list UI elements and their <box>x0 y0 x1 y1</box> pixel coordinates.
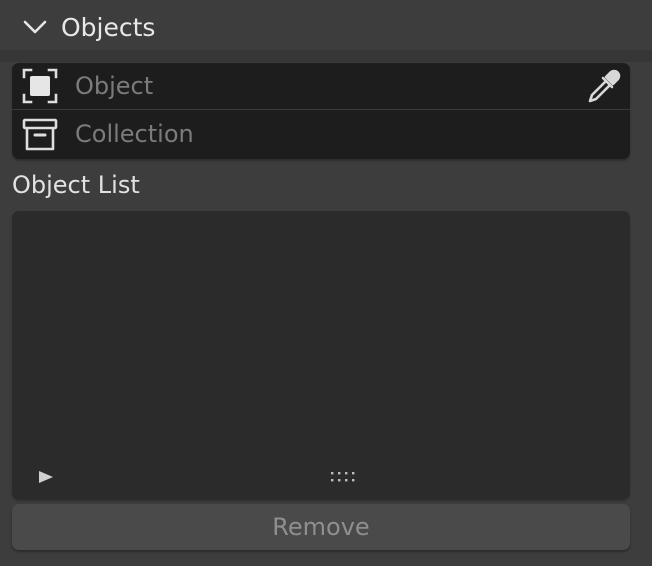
object-field[interactable]: Object <box>12 63 630 110</box>
object-list-label: Object List <box>12 171 140 199</box>
panel-header[interactable]: Objects <box>0 0 652 50</box>
header-separator <box>0 50 652 62</box>
resize-grip-icon[interactable] <box>330 470 358 484</box>
remove-button[interactable]: Remove <box>12 504 630 550</box>
object-list[interactable] <box>12 211 630 499</box>
object-icon <box>22 68 58 104</box>
collection-icon <box>22 118 58 151</box>
object-field-placeholder: Object <box>75 72 154 100</box>
play-triangle-icon[interactable] <box>38 470 54 484</box>
collection-field-placeholder: Collection <box>75 120 194 148</box>
collection-field[interactable]: Collection <box>12 111 630 158</box>
object-collection-selector: Object Collection <box>12 63 630 159</box>
eyedropper-icon[interactable] <box>584 68 622 106</box>
chevron-down-icon[interactable] <box>22 17 48 37</box>
panel-title: Objects <box>61 13 156 42</box>
